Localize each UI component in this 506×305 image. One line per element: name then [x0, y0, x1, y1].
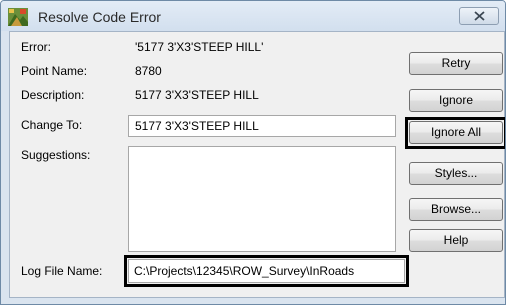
browse-button[interactable]: Browse...: [409, 198, 503, 221]
error-value: '5177 3'X3'STEEP HILL': [135, 40, 264, 54]
change-to-input[interactable]: [135, 119, 395, 133]
suggestions-label: Suggestions:: [21, 148, 91, 162]
ignore-button[interactable]: Ignore: [409, 89, 503, 112]
close-icon: [474, 11, 485, 21]
ignore-all-button[interactable]: Ignore All: [409, 121, 503, 144]
window-title: Resolve Code Error: [38, 9, 161, 25]
description-value: 5177 3'X3'STEEP HILL: [135, 88, 259, 102]
error-label: Error:: [21, 40, 51, 54]
styles-button[interactable]: Styles...: [409, 162, 503, 185]
point-name-label: Point Name:: [21, 64, 88, 78]
description-label: Description:: [21, 88, 85, 102]
title-bar[interactable]: Resolve Code Error: [1, 1, 505, 31]
app-icon: [8, 8, 28, 26]
close-button[interactable]: [459, 7, 499, 25]
retry-button[interactable]: Retry: [409, 52, 503, 75]
log-file-field[interactable]: [128, 259, 405, 283]
dialog-body: Error: '5177 3'X3'STEEP HILL' Point Name…: [9, 31, 505, 298]
resolve-code-error-dialog: Resolve Code Error Error: '5177 3'X3'STE…: [0, 0, 506, 305]
change-to-label: Change To:: [21, 118, 83, 132]
log-file-label: Log File Name:: [21, 264, 103, 278]
point-name-value: 8780: [135, 64, 162, 78]
log-file-input[interactable]: [134, 264, 404, 278]
suggestions-list[interactable]: [128, 146, 396, 252]
help-button[interactable]: Help: [409, 229, 503, 252]
change-to-field[interactable]: [128, 115, 396, 137]
